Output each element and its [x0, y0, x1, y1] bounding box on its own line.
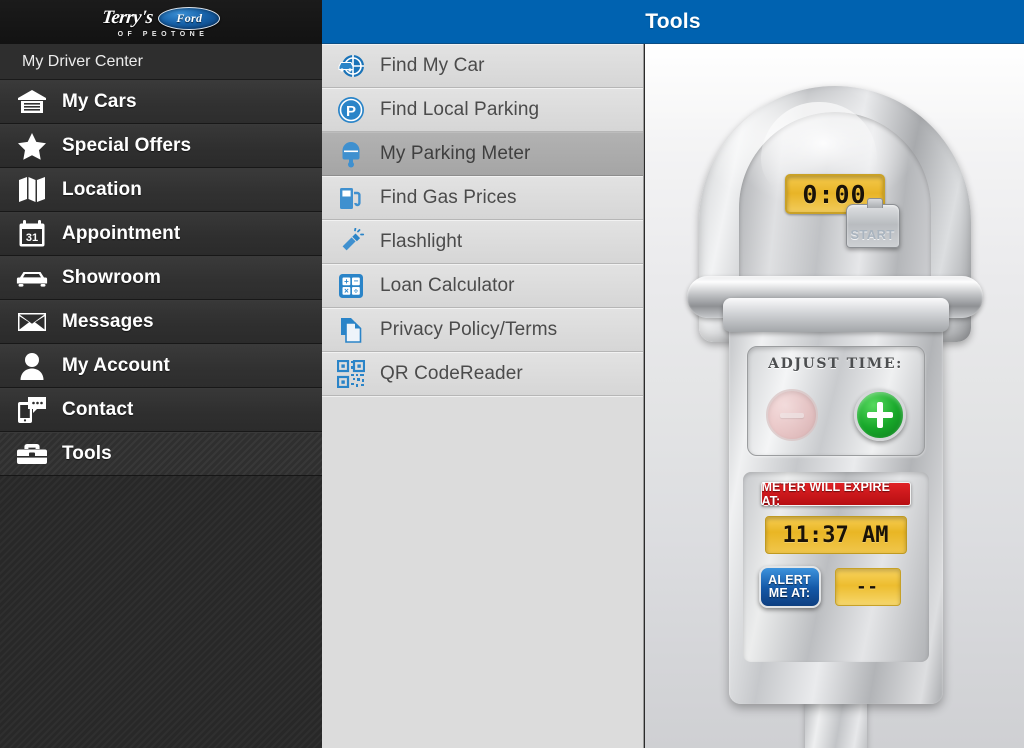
svg-text:÷: ÷	[354, 287, 359, 296]
svg-text:P: P	[346, 103, 356, 120]
tool-item-my-parking-meter[interactable]: My Parking Meter	[322, 132, 643, 176]
expire-banner-label: METER WILL EXPIRE AT:	[761, 480, 891, 508]
sidebar-item-showroom[interactable]: Showroom	[0, 256, 322, 300]
svg-text:×: ×	[344, 287, 349, 296]
sidebar-item-my-account[interactable]: My Account	[0, 344, 322, 388]
svg-text:31: 31	[26, 232, 38, 244]
sidebar-section-title: My Driver Center	[0, 44, 322, 80]
sidebar-item-label: My Cars	[62, 91, 137, 112]
plus-icon-v	[876, 402, 883, 428]
logo-location-text: OF PEOTONE	[117, 30, 209, 38]
svg-text:+: +	[344, 277, 349, 286]
sidebar-item-label: My Account	[62, 355, 170, 376]
sidebar-item-label: Messages	[62, 311, 154, 332]
tool-item-privacy-policy-terms[interactable]: Privacy Policy/Terms	[322, 308, 643, 352]
garage-icon	[10, 85, 54, 119]
tool-item-find-gas-prices[interactable]: Find Gas Prices	[322, 176, 643, 220]
svg-text:−: −	[354, 277, 359, 286]
calculator-icon: + − × ÷	[336, 271, 366, 301]
qr-code-icon	[336, 359, 366, 389]
toolbox-icon	[10, 437, 54, 471]
sidebar-item-messages[interactable]: Messages	[0, 300, 322, 344]
tool-item-flashlight[interactable]: Flashlight	[322, 220, 643, 264]
meter-start-button[interactable]: START	[845, 198, 900, 248]
sidebar-item-appointment[interactable]: 31 Appointment	[0, 212, 322, 256]
envelope-icon	[10, 305, 54, 339]
logo-terrys-text: Terry's	[100, 7, 154, 28]
sidebar: Terry's Ford OF PEOTONE My Driver Center…	[0, 0, 322, 748]
sidebar-item-label: Appointment	[62, 223, 181, 244]
expire-time-display: 11:37 AM	[764, 516, 907, 554]
sidebar-item-label: Special Offers	[62, 135, 192, 156]
page-header: Tools	[322, 0, 1024, 44]
meter-start-label: START	[850, 227, 895, 242]
tool-item-loan-calculator[interactable]: + − × ÷ Loan Calculator	[322, 264, 643, 308]
alert-label-line2: ME AT:	[768, 586, 811, 600]
sidebar-item-label: Tools	[62, 443, 112, 464]
sidebar-item-label: Contact	[62, 399, 134, 420]
parking-meter-icon	[336, 139, 366, 169]
meter-body-top-cap	[722, 298, 949, 332]
alert-time-display[interactable]: --	[834, 568, 901, 606]
alert-time-value: --	[856, 577, 879, 597]
tool-item-label: My Parking Meter	[380, 143, 531, 164]
adjust-time-label: ADJUST TIME:	[768, 356, 903, 372]
gas-pump-icon	[336, 183, 366, 213]
tool-item-label: Loan Calculator	[380, 275, 515, 296]
sidebar-item-label: Location	[62, 179, 142, 200]
page-title: Tools	[645, 9, 701, 33]
tools-menu-empty-area	[322, 396, 643, 748]
decrease-time-button[interactable]	[765, 389, 818, 441]
parking-p-icon: P	[336, 95, 366, 125]
tool-item-qr-code-reader[interactable]: QR CodeReader	[322, 352, 643, 396]
increase-time-button[interactable]	[853, 389, 906, 441]
parking-meter-graphic: 0:00 START ADJUST TIME: METER WILL EXPIR…	[686, 86, 983, 748]
dealer-logo[interactable]: Terry's Ford OF PEOTONE	[0, 0, 322, 44]
tool-item-label: QR CodeReader	[380, 363, 523, 384]
app-root: Terry's Ford OF PEOTONE My Driver Center…	[0, 0, 1024, 748]
star-icon	[10, 129, 54, 163]
documents-icon	[336, 315, 366, 345]
alert-me-at-button[interactable]: ALERT ME AT:	[758, 566, 821, 608]
expire-time-value: 11:37 AM	[782, 522, 889, 548]
content-panel: 0:00 START ADJUST TIME: METER WILL EXPIR…	[645, 44, 1024, 748]
flashlight-icon	[336, 227, 366, 257]
meter-expiry-panel: METER WILL EXPIRE AT: 11:37 AM ALERT ME …	[742, 472, 929, 662]
ford-wordmark: Ford	[176, 10, 203, 25]
sidebar-item-label: Showroom	[62, 267, 161, 288]
tool-item-label: Find Local Parking	[380, 99, 540, 120]
meter-adjust-panel: ADJUST TIME:	[746, 346, 925, 456]
phone-chat-icon	[10, 393, 54, 427]
sidebar-item-contact[interactable]: Contact	[0, 388, 322, 432]
tool-item-find-my-car[interactable]: Find My Car	[322, 44, 643, 88]
tool-item-find-local-parking[interactable]: P Find Local Parking	[322, 88, 643, 132]
sidebar-item-location[interactable]: Location	[0, 168, 322, 212]
tools-menu: Find My Car P Find Local Parking My Park…	[322, 44, 644, 748]
sidebar-item-special-offers[interactable]: Special Offers	[0, 124, 322, 168]
sidebar-empty-area	[0, 475, 322, 748]
person-icon	[10, 349, 54, 383]
calendar-31-icon: 31	[10, 217, 54, 251]
expire-banner: METER WILL EXPIRE AT:	[760, 480, 911, 508]
tool-item-label: Find Gas Prices	[380, 187, 517, 208]
ford-oval-icon: Ford	[158, 6, 221, 30]
map-icon	[10, 173, 54, 207]
tool-item-label: Find My Car	[380, 55, 485, 76]
sidebar-item-tools[interactable]: Tools	[0, 432, 322, 476]
car-locate-icon	[336, 51, 366, 81]
car-icon	[10, 261, 54, 295]
sidebar-item-my-cars[interactable]: My Cars	[0, 80, 322, 124]
meter-body: ADJUST TIME: METER WILL EXPIRE AT: 11:37	[722, 298, 949, 704]
tool-item-label: Flashlight	[380, 231, 463, 252]
minus-icon	[779, 412, 804, 418]
meter-post	[804, 698, 867, 748]
tool-item-label: Privacy Policy/Terms	[380, 319, 558, 340]
